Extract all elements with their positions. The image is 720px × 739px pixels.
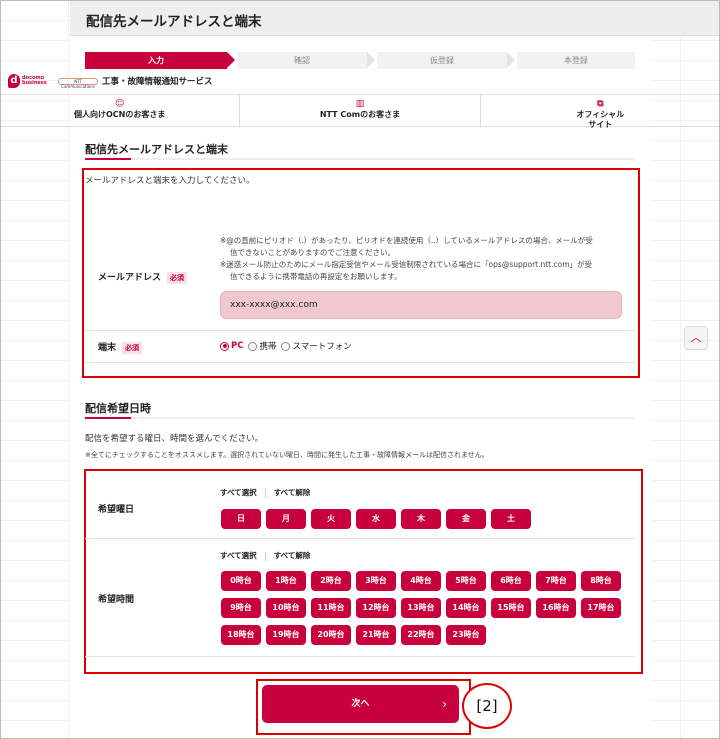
window-frame xyxy=(0,0,720,739)
